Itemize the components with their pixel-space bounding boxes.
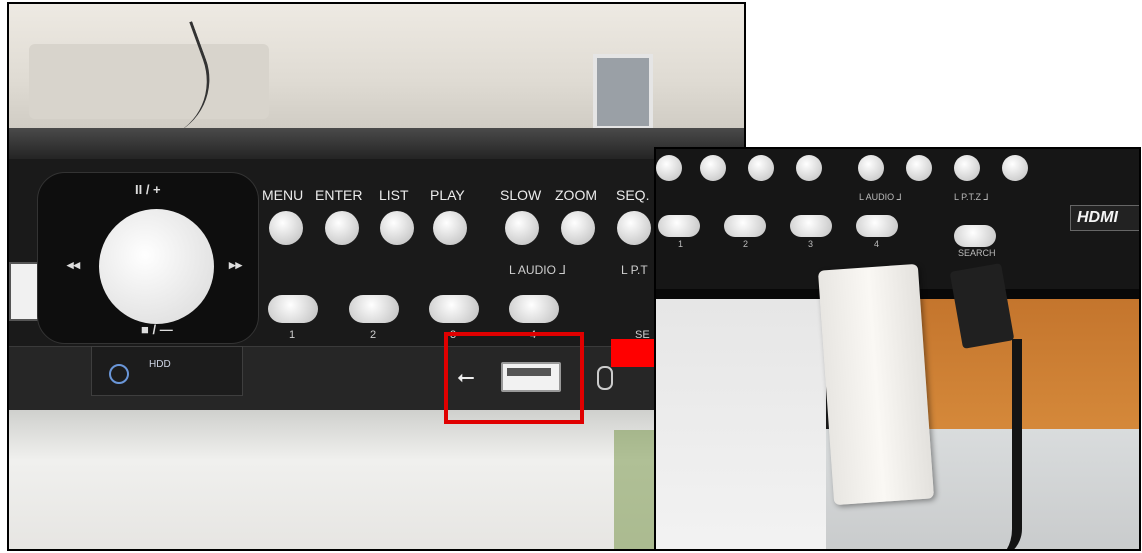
background-window bbox=[593, 54, 653, 130]
ptz-bracket-label: L P.T bbox=[621, 263, 648, 277]
channel-4-button[interactable] bbox=[856, 215, 898, 237]
white-box-background bbox=[656, 299, 826, 549]
search-button[interactable] bbox=[954, 225, 996, 247]
nav-pause-label: II / + bbox=[135, 182, 161, 197]
usb-inserted-photo: L AUDIO ⅃ L P.T.Z ⅃ 1 2 3 4 SEARCH HDMI bbox=[654, 147, 1141, 551]
round-button[interactable] bbox=[954, 155, 980, 181]
menu-button[interactable] bbox=[269, 211, 303, 245]
ptz-bracket-label: L P.T.Z ⅃ bbox=[954, 192, 989, 202]
channel-3-button[interactable] bbox=[429, 295, 479, 323]
round-button[interactable] bbox=[858, 155, 884, 181]
hdd-label: HDD bbox=[149, 359, 171, 370]
hdmi-logo: HDMI bbox=[1070, 205, 1139, 231]
round-button[interactable] bbox=[1002, 155, 1028, 181]
channel-1-button[interactable] bbox=[268, 295, 318, 323]
round-button[interactable] bbox=[748, 155, 774, 181]
zoom-button[interactable] bbox=[561, 211, 595, 245]
channel-1-button[interactable] bbox=[658, 215, 700, 237]
slow-button[interactable] bbox=[505, 211, 539, 245]
channel-1-label: 1 bbox=[678, 239, 684, 249]
jog-wheel bbox=[99, 209, 214, 324]
round-button[interactable] bbox=[796, 155, 822, 181]
channel-3-label: 3 bbox=[808, 239, 814, 249]
enter-label: ENTER bbox=[315, 187, 363, 203]
channel-2-label: 2 bbox=[743, 239, 749, 249]
slow-label: SLOW bbox=[500, 187, 542, 203]
dvr-front-panel-photo: II / + ■ / — ◂◂ ▸▸ MENU ENTER LIST PLAY … bbox=[7, 2, 746, 551]
mouse-icon bbox=[597, 366, 613, 390]
menu-label: MENU bbox=[262, 187, 304, 203]
channel-3-button[interactable] bbox=[790, 215, 832, 237]
search-label: SEARCH bbox=[958, 248, 996, 258]
list-button[interactable] bbox=[380, 211, 414, 245]
zoom-label: ZOOM bbox=[555, 187, 597, 203]
channel-2-button[interactable] bbox=[724, 215, 766, 237]
audio-bracket-label: L AUDIO ⅃ bbox=[509, 263, 566, 277]
play-button[interactable] bbox=[433, 211, 467, 245]
audio-bracket-label: L AUDIO ⅃ bbox=[859, 192, 902, 202]
round-button[interactable] bbox=[656, 155, 682, 181]
nav-forward-label: ▸▸ bbox=[229, 257, 243, 272]
power-cable bbox=[976, 339, 1022, 549]
round-button[interactable] bbox=[700, 155, 726, 181]
power-icon bbox=[109, 364, 129, 384]
nav-rewind-label: ◂◂ bbox=[67, 257, 81, 272]
nav-stop-label: ■ / — bbox=[141, 322, 173, 337]
round-button[interactable] bbox=[906, 155, 932, 181]
channel-2-button[interactable] bbox=[349, 295, 399, 323]
enter-button[interactable] bbox=[325, 211, 359, 245]
seq-button[interactable] bbox=[617, 211, 651, 245]
channel-4-button[interactable] bbox=[509, 295, 559, 323]
seq-label: SEQ. bbox=[616, 187, 650, 203]
play-label: PLAY bbox=[430, 187, 465, 203]
channel-2-label: 2 bbox=[370, 329, 377, 341]
list-label: LIST bbox=[379, 187, 409, 203]
usb-highlight-box bbox=[444, 332, 584, 424]
usb-stick bbox=[817, 263, 935, 506]
channel-1-label: 1 bbox=[289, 329, 296, 341]
channel-4-label: 4 bbox=[874, 239, 880, 249]
table-surface bbox=[9, 410, 744, 549]
